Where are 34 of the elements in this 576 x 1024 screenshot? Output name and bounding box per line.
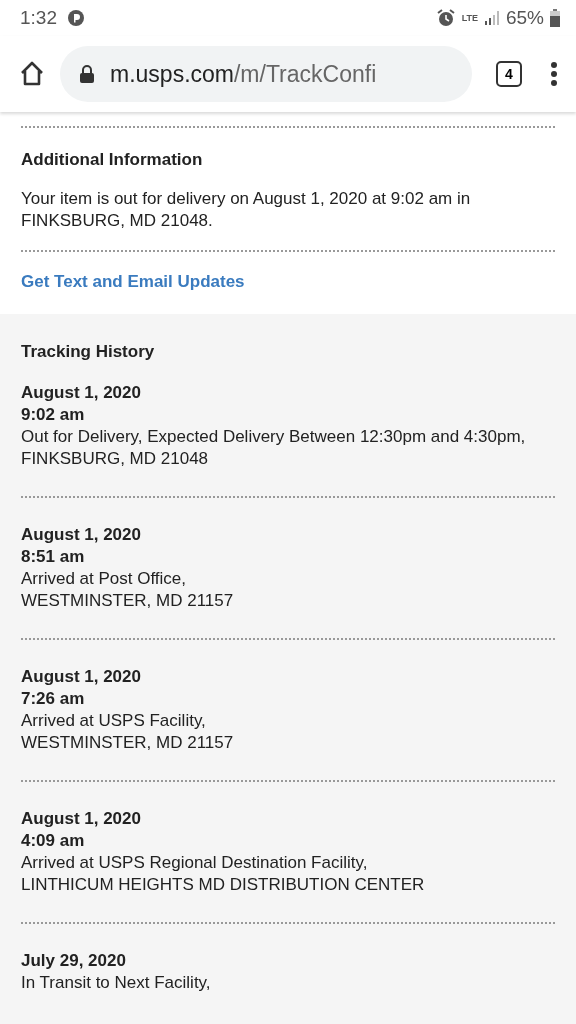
section-heading: Additional Information bbox=[21, 150, 204, 170]
event-date: July 29, 2020 bbox=[21, 950, 127, 972]
event-time: 4:09 am bbox=[21, 830, 86, 852]
tab-count-button[interactable]: 4 bbox=[496, 61, 522, 87]
signal-icon bbox=[483, 10, 500, 26]
event-status: Arrived at Post Office, bbox=[21, 568, 188, 590]
event-location: FINKSBURG, MD 21048 bbox=[21, 448, 210, 470]
event-date: August 1, 2020 bbox=[21, 808, 142, 830]
battery-percent: 65% bbox=[505, 7, 544, 29]
updates-link[interactable]: Get Text and Email Updates bbox=[21, 272, 245, 292]
event-time: 8:51 am bbox=[21, 546, 86, 568]
url-host: m.usps.com bbox=[110, 60, 234, 87]
event-status: Arrived at USPS Facility, bbox=[21, 710, 207, 732]
event-time: 7:26 am bbox=[21, 688, 86, 710]
battery-icon bbox=[550, 9, 560, 27]
event-date: August 1, 2020 bbox=[21, 524, 142, 546]
event-date: August 1, 2020 bbox=[21, 382, 142, 404]
alarm-icon bbox=[435, 8, 456, 28]
event-location: LINTHICUM HEIGHTS MD DISTRIBUTION CENTER bbox=[21, 874, 426, 896]
event-date: August 1, 2020 bbox=[21, 666, 142, 688]
event-status: Out for Delivery, Expected Delivery Between 12:30pm and 4:30pm, bbox=[21, 426, 527, 448]
address-bar[interactable]: m.usps.com/m/TrackConfi bbox=[60, 46, 472, 102]
event-location: WESTMINSTER, MD 21157 bbox=[21, 590, 235, 612]
network-type: LTE bbox=[461, 13, 478, 23]
event-location: WESTMINSTER, MD 21157 bbox=[21, 732, 235, 754]
lock-icon bbox=[80, 65, 94, 83]
section-heading: Tracking History bbox=[21, 342, 156, 362]
more-icon bbox=[550, 61, 558, 87]
status-time: 1:32 bbox=[20, 7, 57, 29]
event-status: Arrived at USPS Regional Destination Facility, bbox=[21, 852, 369, 874]
event-time: 9:02 am bbox=[21, 404, 86, 426]
info-text: Your item is out for delivery on August 1, 2020 at 9:02 am in FINKSBURG, MD 21048. bbox=[21, 188, 472, 232]
url-path: /m/TrackConfi bbox=[234, 60, 377, 87]
event-status: In Transit to Next Facility, bbox=[21, 972, 212, 994]
